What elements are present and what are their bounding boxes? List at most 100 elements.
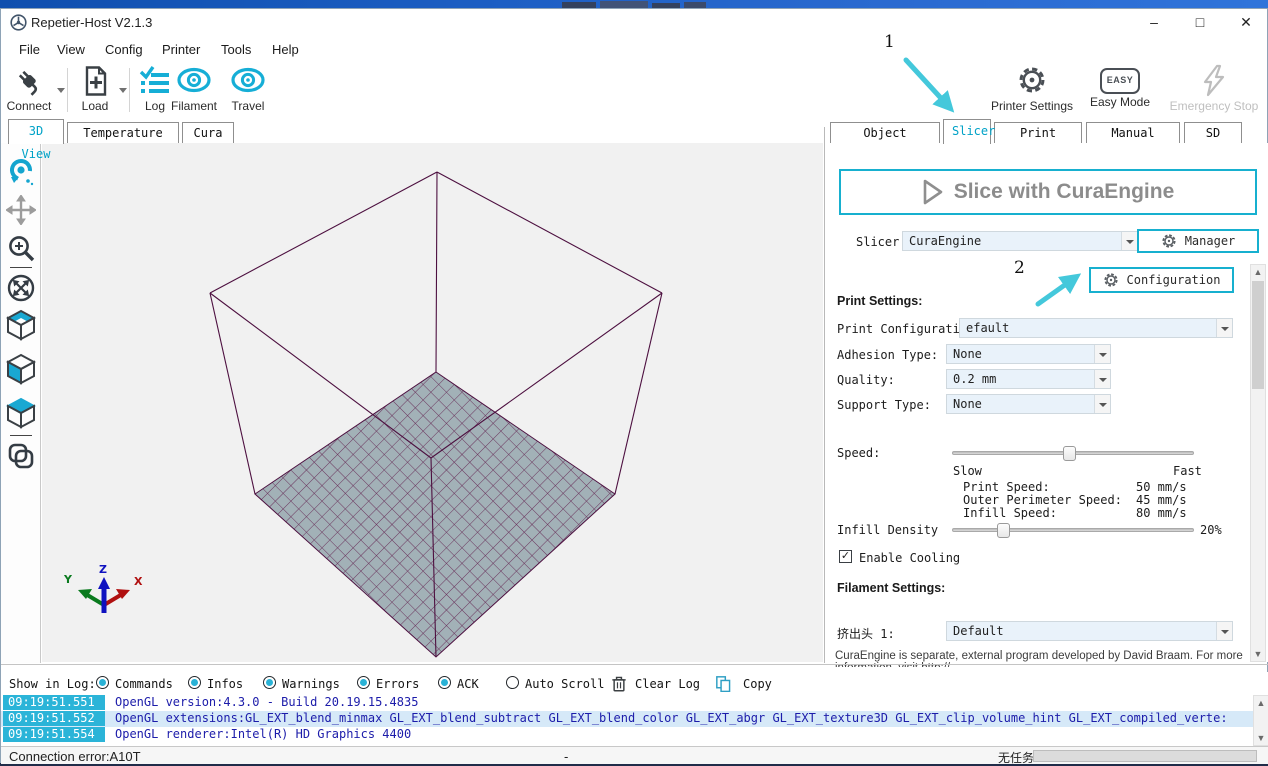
slice-button[interactable]: Slice with CuraEngine bbox=[839, 169, 1257, 215]
auto-scroll-toggle[interactable] bbox=[506, 676, 519, 689]
check-icon: ✓ bbox=[840, 550, 851, 562]
show-objects-button[interactable] bbox=[6, 441, 36, 471]
commands-toggle[interactable] bbox=[96, 676, 109, 689]
tool-strip-separator bbox=[10, 435, 32, 436]
minimize-button[interactable]: – bbox=[1139, 9, 1169, 35]
zoom-view-button[interactable] bbox=[6, 233, 36, 263]
infos-toggle[interactable] bbox=[188, 676, 201, 689]
tab-3d-view[interactable]: 3D View bbox=[8, 119, 64, 161]
chevron-down-icon[interactable] bbox=[1094, 395, 1110, 413]
easy-mode-button[interactable]: EASY Easy Mode bbox=[1089, 64, 1151, 109]
log-entry[interactable]: 09:19:51.551 OpenGL version:4.3.0 - Buil… bbox=[1, 695, 1253, 711]
trash-icon[interactable] bbox=[611, 675, 627, 692]
curaengine-footer-line1: CuraEngine is separate, external program… bbox=[835, 650, 1243, 662]
commands-label[interactable]: Commands bbox=[115, 677, 173, 691]
support-type-select[interactable]: None bbox=[946, 394, 1111, 414]
extruder-1-select[interactable]: Default bbox=[946, 621, 1233, 641]
print-speed-label: Print Speed: bbox=[963, 480, 1050, 494]
chevron-down-icon[interactable] bbox=[1216, 622, 1232, 640]
warnings-toggle[interactable] bbox=[263, 676, 276, 689]
tool-strip-separator bbox=[10, 267, 32, 268]
top-view-button[interactable] bbox=[5, 397, 37, 429]
configuration-label: Configuration bbox=[1126, 273, 1221, 287]
front-view-button[interactable] bbox=[5, 353, 37, 385]
printer-settings-button[interactable]: Printer Settings bbox=[984, 64, 1080, 113]
log-entry-selected[interactable]: 09:19:51.552 OpenGL extensions:GL_EXT_bl… bbox=[1, 711, 1253, 727]
menu-tools[interactable]: Tools bbox=[215, 40, 257, 59]
ack-label[interactable]: ACK bbox=[457, 677, 479, 691]
move-view-button[interactable] bbox=[5, 194, 37, 226]
3d-viewport[interactable]: Y X Z bbox=[42, 143, 823, 662]
tab-slicer[interactable]: Slicer bbox=[943, 119, 995, 144]
quality-select[interactable]: 0.2 mm bbox=[946, 369, 1111, 389]
chevron-down-icon[interactable] bbox=[1094, 370, 1110, 388]
scroll-down-icon[interactable]: ▼ bbox=[1251, 647, 1265, 661]
scrollbar-thumb[interactable] bbox=[1252, 281, 1264, 389]
tab-sd-card[interactable]: SD Card bbox=[1184, 122, 1242, 160]
title-bar[interactable]: Repetier-Host V2.1.3 – □ ✕ bbox=[1, 9, 1267, 36]
scroll-down-icon[interactable]: ▼ bbox=[1254, 731, 1268, 745]
magnifier-icon bbox=[9, 236, 35, 262]
tab-print-preview[interactable]: Print Preview bbox=[994, 122, 1082, 160]
easy-mode-label: Easy Mode bbox=[1089, 95, 1151, 109]
errors-toggle[interactable] bbox=[357, 676, 370, 689]
enable-cooling-checkbox[interactable]: ✓ bbox=[839, 550, 852, 563]
menu-file[interactable]: File bbox=[13, 40, 46, 59]
tab-temperature-curve[interactable]: Temperature Curve bbox=[67, 122, 179, 160]
menu-printer[interactable]: Printer bbox=[156, 40, 206, 59]
outer-perimeter-speed-label: Outer Perimeter Speed: bbox=[963, 493, 1122, 507]
chevron-down-icon[interactable] bbox=[1216, 319, 1232, 337]
infill-density-slider-thumb[interactable] bbox=[997, 523, 1010, 538]
filament-settings-heading: Filament Settings: bbox=[837, 581, 946, 595]
fit-view-button[interactable] bbox=[6, 273, 36, 303]
load-file-icon bbox=[85, 66, 107, 96]
connect-button[interactable]: Connect bbox=[3, 64, 55, 113]
filament-toggle-button[interactable]: Filament bbox=[165, 64, 223, 113]
log-scrollbar[interactable]: ▲ ▼ bbox=[1253, 695, 1268, 746]
print-settings-heading: Print Settings: bbox=[837, 294, 923, 308]
auto-scroll-label[interactable]: Auto Scroll bbox=[525, 677, 604, 691]
scroll-up-icon[interactable]: ▲ bbox=[1254, 696, 1268, 710]
menu-help[interactable]: Help bbox=[266, 40, 305, 59]
warnings-label[interactable]: Warnings bbox=[282, 677, 340, 691]
load-button[interactable]: Load bbox=[73, 64, 117, 113]
scroll-up-icon[interactable]: ▲ bbox=[1251, 265, 1265, 279]
manager-button[interactable]: Manager bbox=[1137, 229, 1259, 253]
adhesion-type-label: Adhesion Type: bbox=[837, 348, 939, 362]
speed-slider-thumb[interactable] bbox=[1063, 446, 1076, 461]
log-entry[interactable]: 09:19:51.554 OpenGL renderer:Intel(R) HD… bbox=[1, 727, 1253, 743]
menu-view[interactable]: View bbox=[51, 40, 91, 59]
infill-density-slider[interactable] bbox=[952, 528, 1194, 532]
tab-object-placement[interactable]: Object Placement bbox=[830, 122, 940, 160]
emergency-stop-button[interactable]: Emergency Stop bbox=[1161, 64, 1267, 113]
errors-label[interactable]: Errors bbox=[376, 677, 419, 691]
support-type-value: None bbox=[953, 397, 982, 411]
chevron-down-icon[interactable] bbox=[1094, 345, 1110, 363]
ack-toggle[interactable] bbox=[438, 676, 451, 689]
log-divider bbox=[1, 664, 1268, 665]
clear-log-button[interactable]: Clear Log bbox=[635, 677, 700, 691]
travel-toggle-button[interactable]: Travel bbox=[223, 64, 273, 113]
tab-cura[interactable]: Cura bbox=[182, 122, 234, 143]
copy-button[interactable]: Copy bbox=[743, 677, 772, 691]
load-dropdown-caret[interactable] bbox=[119, 88, 127, 93]
log-timestamp: 09:19:51.551 bbox=[3, 695, 105, 710]
enable-cooling-label: Enable Cooling bbox=[859, 551, 961, 565]
isometric-view-button[interactable] bbox=[5, 309, 37, 341]
tab-manual-control[interactable]: Manual Control bbox=[1086, 122, 1180, 160]
copy-icon[interactable] bbox=[715, 675, 732, 692]
menu-bar: File View Config Printer Tools Help bbox=[1, 36, 1267, 62]
close-button[interactable]: ✕ bbox=[1231, 9, 1261, 35]
maximize-button[interactable]: □ bbox=[1185, 9, 1215, 35]
slicer-select[interactable]: CuraEngine bbox=[902, 231, 1138, 251]
chevron-down-icon[interactable] bbox=[1121, 232, 1137, 250]
adhesion-type-select[interactable]: None bbox=[946, 344, 1111, 364]
gear-icon bbox=[1103, 273, 1118, 287]
slicer-panel-scrollbar[interactable]: ▲ ▼ bbox=[1250, 264, 1266, 662]
configuration-button[interactable]: Configuration bbox=[1089, 267, 1234, 293]
speed-fast-label: Fast bbox=[1173, 464, 1202, 478]
connect-dropdown-caret[interactable] bbox=[57, 88, 65, 93]
menu-config[interactable]: Config bbox=[99, 40, 149, 59]
print-configuration-select[interactable]: efault bbox=[959, 318, 1233, 338]
infos-label[interactable]: Infos bbox=[207, 677, 243, 691]
